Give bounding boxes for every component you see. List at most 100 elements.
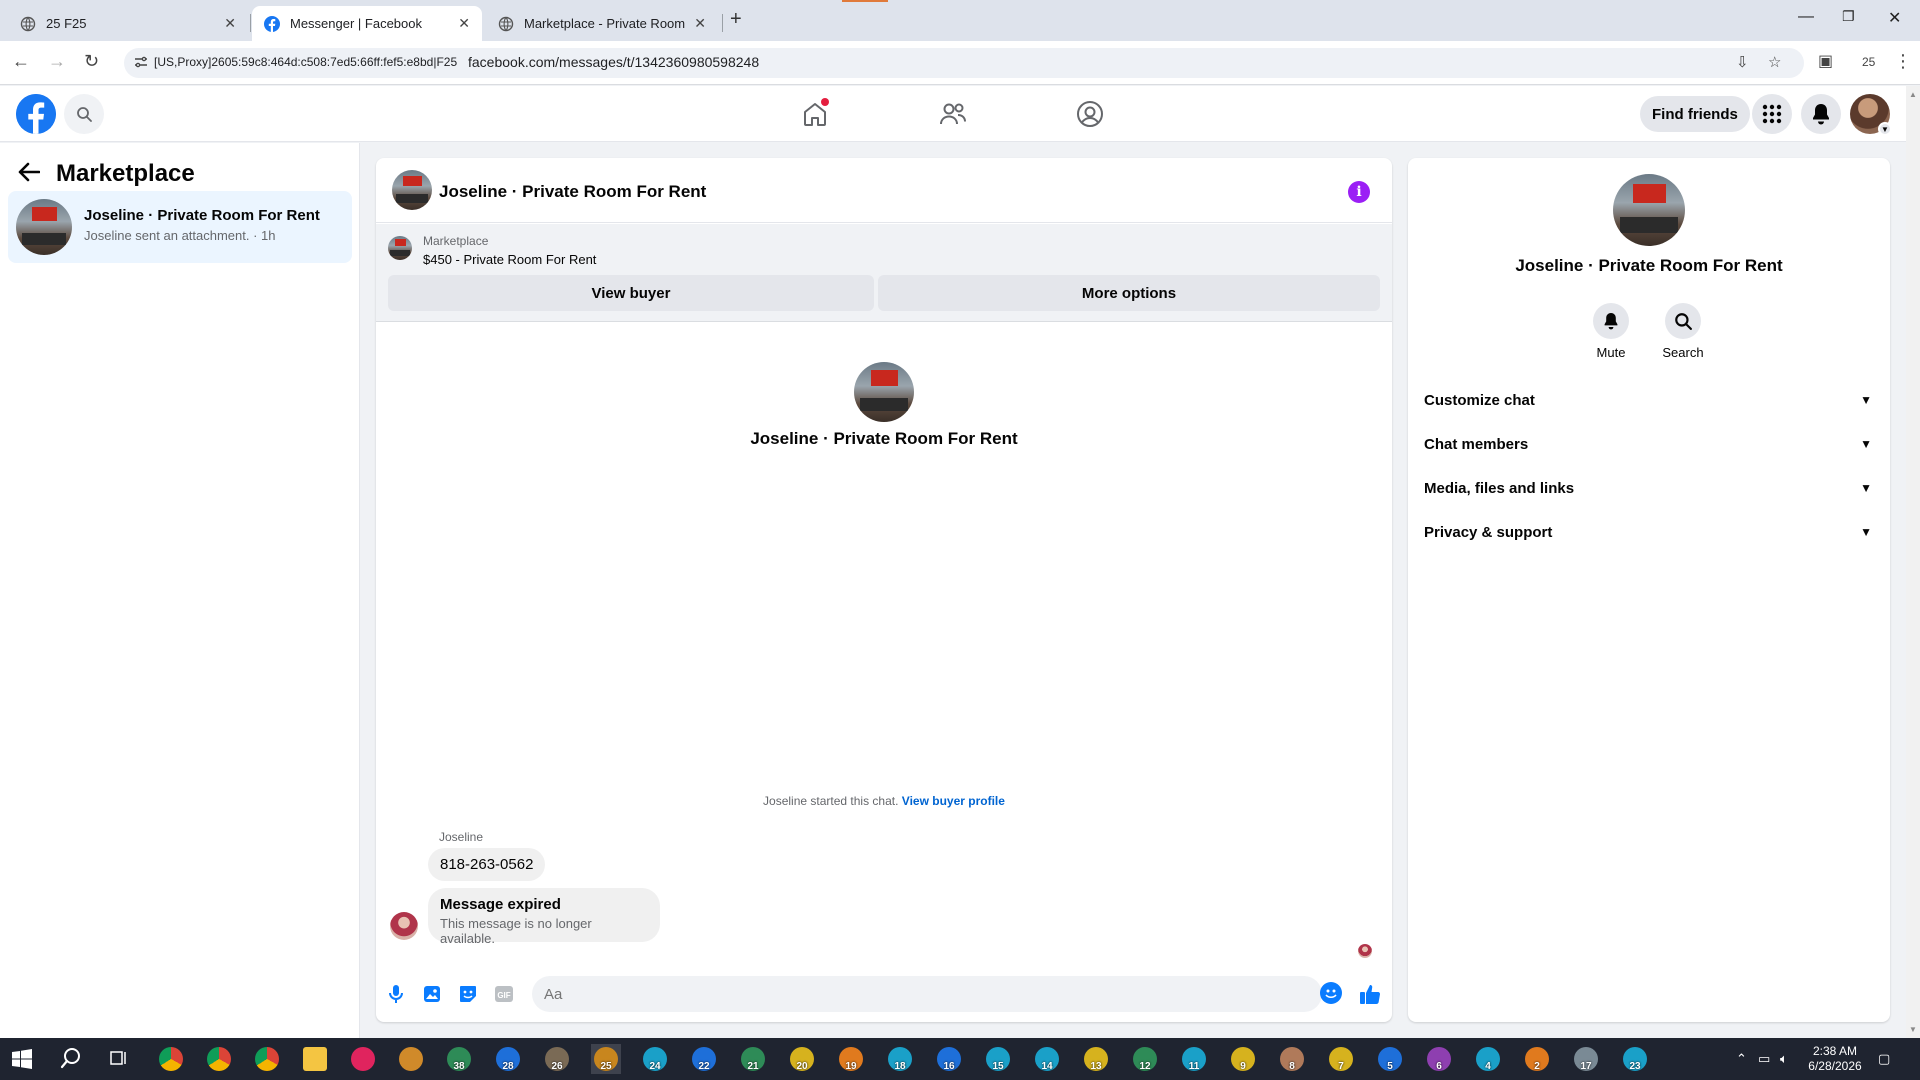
restore-icon[interactable]: ❐ xyxy=(1842,8,1855,25)
section-chat-members[interactable]: Chat members ▼ xyxy=(1424,426,1880,462)
minimize-icon[interactable]: — xyxy=(1798,8,1814,26)
task-view-icon[interactable] xyxy=(110,1049,128,1067)
chevron-down-icon: ▼ xyxy=(1860,393,1872,407)
notification-center-icon[interactable]: ▢ xyxy=(1878,1051,1890,1067)
info-icon[interactable]: i xyxy=(1348,181,1370,203)
listing-title[interactable]: $450 - Private Room For Rent xyxy=(423,252,596,267)
sticker-icon[interactable] xyxy=(456,982,480,1006)
network-icon[interactable]: ▭ xyxy=(1758,1051,1770,1067)
search-button[interactable]: Search xyxy=(1653,303,1713,360)
chat-header-avatar[interactable] xyxy=(392,170,432,210)
taskbar-profile-8[interactable]: 8 xyxy=(1277,1044,1307,1074)
more-options-button[interactable]: More options xyxy=(878,275,1380,311)
facebook-search-button[interactable] xyxy=(64,94,104,134)
taskbar-profile-17[interactable]: 17 xyxy=(1571,1044,1601,1074)
taskbar-profile-15[interactable]: 15 xyxy=(983,1044,1013,1074)
install-app-icon[interactable]: ⇩ xyxy=(1736,53,1749,71)
bookmark-star-icon[interactable]: ☆ xyxy=(1768,53,1781,71)
new-tab-button[interactable]: + xyxy=(730,8,742,31)
taskbar-profile-23[interactable]: 23 xyxy=(1620,1044,1650,1074)
conversation-item[interactable]: Joseline · Private Room For Rent Joselin… xyxy=(8,191,352,263)
side-panel-icon[interactable]: ▣ xyxy=(1818,51,1833,71)
profile-count[interactable]: 25 xyxy=(1862,55,1875,69)
tab-messenger[interactable]: Messenger | Facebook ✕ xyxy=(252,6,482,41)
back-arrow-icon[interactable]: ← xyxy=(12,51,30,72)
notifications-button[interactable] xyxy=(1801,94,1841,134)
forward-arrow-icon[interactable]: → xyxy=(48,51,66,72)
tune-icon xyxy=(135,56,147,68)
close-window-icon[interactable]: ✕ xyxy=(1888,8,1901,28)
back-arrow-icon[interactable] xyxy=(18,161,41,189)
browser-menu-icon[interactable]: ⋮ xyxy=(1894,51,1912,72)
section-media-files-links[interactable]: Media, files and links ▼ xyxy=(1424,470,1880,506)
tab-marketplace[interactable]: Marketplace - Private Room For Rent ✕ xyxy=(486,6,718,41)
taskbar-profile-6[interactable]: 6 xyxy=(1424,1044,1454,1074)
thumbs-up-icon[interactable] xyxy=(1358,982,1382,1006)
taskbar-profile-12[interactable]: 12 xyxy=(1130,1044,1160,1074)
taskbar-app-red[interactable] xyxy=(348,1044,378,1074)
menu-button[interactable] xyxy=(1752,94,1792,134)
nav-friends[interactable] xyxy=(937,98,969,130)
taskbar-profile-28[interactable]: 28 xyxy=(493,1044,523,1074)
sender-avatar[interactable] xyxy=(390,912,418,940)
photo-icon[interactable] xyxy=(420,982,444,1006)
omnibox[interactable]: [US,Proxy]2605:59c8:464d:c508:7ed5:66ff:… xyxy=(124,48,1804,78)
taskbar-profile-22[interactable]: 22 xyxy=(689,1044,719,1074)
taskbar-chrome-2[interactable] xyxy=(204,1044,234,1074)
taskbar-profile-24[interactable]: 24 xyxy=(640,1044,670,1074)
taskbar-profile-21[interactable]: 21 xyxy=(738,1044,768,1074)
taskbar-profile-2[interactable]: 2 xyxy=(1522,1044,1552,1074)
expired-message-bubble[interactable]: Message expired This message is no longe… xyxy=(428,888,660,946)
url-text[interactable]: facebook.com/messages/t/1342360980598248 xyxy=(468,54,759,70)
tray-chevron-up-icon[interactable]: ⌃ xyxy=(1736,1051,1747,1067)
taskbar-profile-26[interactable]: 26 xyxy=(542,1044,572,1074)
reload-icon[interactable]: ↻ xyxy=(84,51,99,72)
facebook-logo[interactable] xyxy=(16,94,56,134)
windows-start-icon[interactable] xyxy=(12,1049,32,1069)
chat-title[interactable]: Joseline · Private Room For Rent xyxy=(439,182,706,202)
find-friends-button[interactable]: Find friends xyxy=(1640,96,1750,132)
taskbar-profile-19[interactable]: 19 xyxy=(836,1044,866,1074)
site-info[interactable]: [US,Proxy]2605:59c8:464d:c508:7ed5:66ff:… xyxy=(134,55,457,69)
taskbar-chrome-1[interactable] xyxy=(156,1044,186,1074)
close-icon[interactable]: ✕ xyxy=(458,15,470,32)
tab-25-f25[interactable]: 25 F25 ✕ xyxy=(8,6,248,41)
globe-icon xyxy=(20,16,36,31)
scroll-up-icon[interactable]: ▲ xyxy=(1909,90,1917,99)
microphone-icon[interactable] xyxy=(384,982,408,1006)
page-scrollbar[interactable]: ▲ ▼ xyxy=(1906,86,1920,1038)
scroll-down-icon[interactable]: ▼ xyxy=(1909,1025,1917,1034)
view-buyer-button[interactable]: View buyer xyxy=(388,275,874,311)
taskbar-file-explorer[interactable] xyxy=(300,1044,330,1074)
taskbar-profile-5[interactable]: 5 xyxy=(1375,1044,1405,1074)
taskbar-chrome-3[interactable] xyxy=(252,1044,282,1074)
mute-button[interactable]: Mute xyxy=(1581,303,1641,360)
taskbar-profile-16[interactable]: 16 xyxy=(934,1044,964,1074)
section-privacy-support[interactable]: Privacy & support ▼ xyxy=(1424,514,1880,550)
taskbar-profile-18[interactable]: 18 xyxy=(885,1044,915,1074)
close-icon[interactable]: ✕ xyxy=(224,15,236,32)
taskbar-profile-14[interactable]: 14 xyxy=(1032,1044,1062,1074)
volume-icon[interactable]: 🔈︎ xyxy=(1780,1051,1788,1067)
taskbar-search-icon[interactable] xyxy=(60,1047,82,1069)
message-bubble[interactable]: 818-263-0562 xyxy=(428,848,546,881)
gif-icon[interactable]: GIF xyxy=(492,982,516,1006)
close-icon[interactable]: ✕ xyxy=(694,15,706,32)
taskbar-profile-20[interactable]: 20 xyxy=(787,1044,817,1074)
nav-home[interactable] xyxy=(799,98,831,130)
nav-profile[interactable] xyxy=(1074,98,1106,130)
view-buyer-profile-link[interactable]: View buyer profile xyxy=(902,794,1005,808)
emoji-icon[interactable] xyxy=(1320,982,1342,1004)
taskbar-profile-9[interactable]: 9 xyxy=(1228,1044,1258,1074)
taskbar-profile-11[interactable]: 11 xyxy=(1179,1044,1209,1074)
taskbar-profile-13[interactable]: 13 xyxy=(1081,1044,1111,1074)
message-input[interactable] xyxy=(532,976,1322,1012)
taskbar-profile-7[interactable]: 7 xyxy=(1326,1044,1356,1074)
section-customize-chat[interactable]: Customize chat ▼ xyxy=(1424,382,1880,418)
taskbar-profile-25[interactable]: 25 xyxy=(591,1044,621,1074)
account-avatar[interactable]: ▼ xyxy=(1850,94,1892,136)
taskbar-clock[interactable]: 2:38 AM 6/28/2026 xyxy=(1800,1044,1870,1074)
taskbar-profile-4[interactable]: 4 xyxy=(1473,1044,1503,1074)
taskbar-app-x[interactable] xyxy=(396,1044,426,1074)
taskbar-profile-38[interactable]: 38 xyxy=(444,1044,474,1074)
